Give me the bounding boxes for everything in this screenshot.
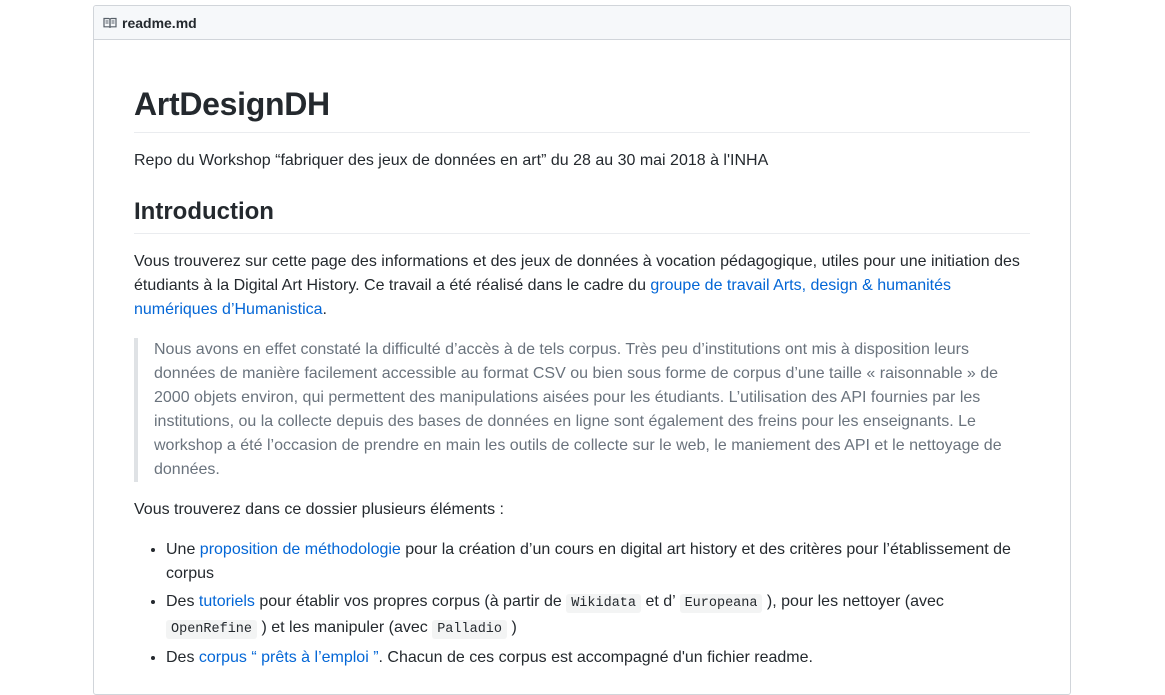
list-item-text: ), pour les nettoyer (avec <box>762 593 944 610</box>
code-palladio: Palladio <box>432 620 508 639</box>
methodology-link[interactable]: proposition de méthodologie <box>200 541 401 558</box>
list-item-text: Des <box>166 649 199 666</box>
quote-text: Nous avons en effet constaté la difficul… <box>154 341 1002 478</box>
readme-box: readme.md ArtDesignDH Repo du Workshop “… <box>93 5 1071 695</box>
list-item-text: Une <box>166 541 200 558</box>
readme-content: ArtDesignDH Repo du Workshop “fabriquer … <box>94 84 1070 670</box>
readme-header: readme.md <box>94 6 1070 40</box>
file-name: readme.md <box>122 14 197 31</box>
quote-block: Nous avons en effet constaté la difficul… <box>134 338 1030 482</box>
list-item: Des tutoriels pour établir vos propres c… <box>166 590 1030 642</box>
intro-end: . <box>322 301 327 318</box>
elements-list: Une proposition de méthodologie pour la … <box>134 538 1030 670</box>
corpus-link[interactable]: corpus “ prêts à l’emploi ” <box>199 649 379 666</box>
list-item-text: ) et les manipuler (avec <box>257 619 433 636</box>
tutorials-link[interactable]: tutoriels <box>199 593 255 610</box>
code-europeana: Europeana <box>679 594 763 613</box>
list-intro: Vous trouverez dans ce dossier plusieurs… <box>134 501 504 518</box>
list-item-text: et d’ <box>641 593 680 610</box>
intro-heading: Introduction <box>134 197 1030 234</box>
code-openrefine: OpenRefine <box>166 620 258 639</box>
list-item: Une proposition de méthodologie pour la … <box>166 538 1030 586</box>
list-item-text: ) <box>507 619 517 636</box>
list-item-text: pour établir vos propres corpus (à parti… <box>254 593 567 610</box>
list-item-text: Des <box>166 593 199 610</box>
list-item-text: . Chacun de ces corpus est accompagné d'… <box>378 649 813 666</box>
book-icon <box>103 16 117 30</box>
list-item: Des corpus “ prêts à l’emploi ”. Chacun … <box>166 646 1030 670</box>
intro-paragraph: Vous trouverez sur cette page des inform… <box>134 250 1030 322</box>
subtitle-paragraph: Repo du Workshop “fabriquer des jeux de … <box>134 152 769 169</box>
code-wikidata: Wikidata <box>566 594 642 613</box>
page-title: ArtDesignDH <box>134 84 1030 133</box>
